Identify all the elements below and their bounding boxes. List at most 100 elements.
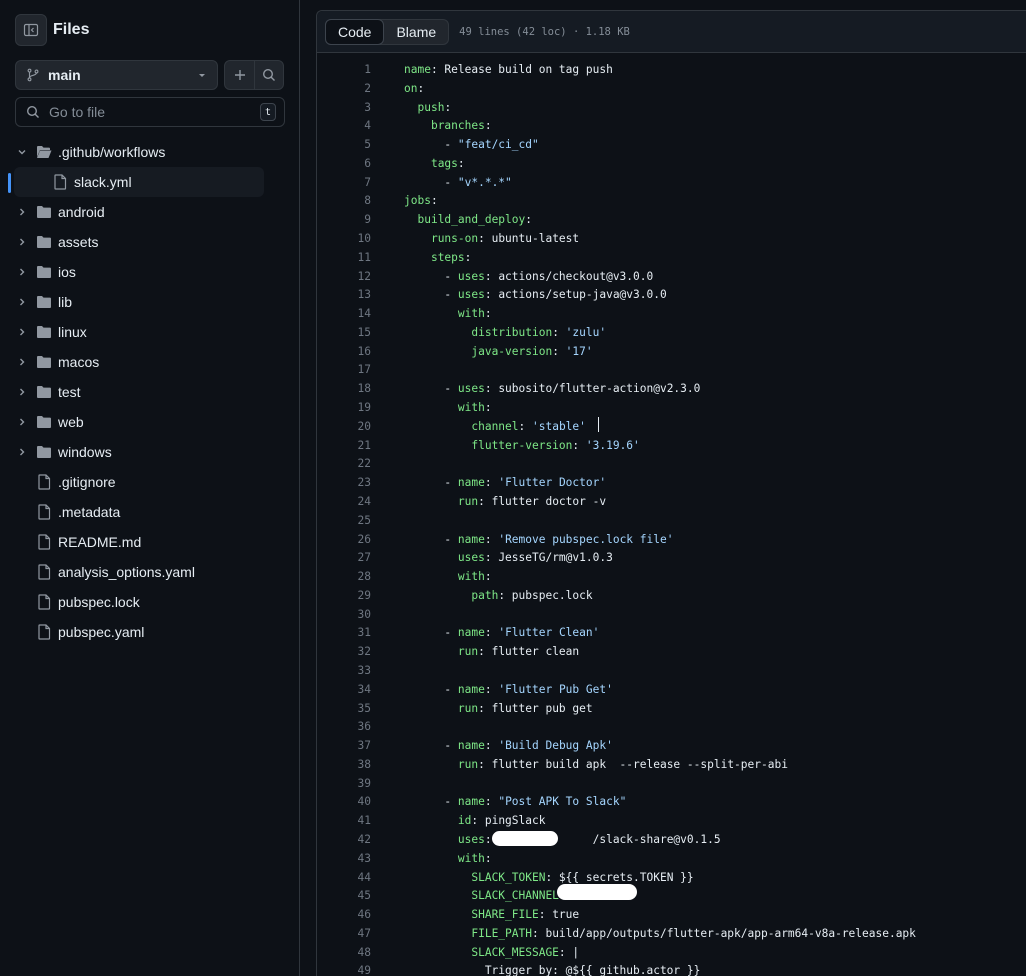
- line-number[interactable]: 2: [317, 79, 371, 98]
- chevron-right-icon[interactable]: [14, 357, 30, 367]
- line-number[interactable]: 37: [317, 736, 371, 755]
- chevron-right-icon[interactable]: [14, 387, 30, 397]
- line-number[interactable]: 43: [317, 849, 371, 868]
- line-number[interactable]: 38: [317, 755, 371, 774]
- search-button[interactable]: [254, 61, 283, 89]
- chevron-right-icon[interactable]: [14, 267, 30, 277]
- line-number[interactable]: 41: [317, 811, 371, 830]
- line-number[interactable]: 13: [317, 285, 371, 304]
- line-number[interactable]: 33: [317, 661, 371, 680]
- tree-file-metadata[interactable]: .metadata: [14, 497, 264, 527]
- branch-selector[interactable]: main: [15, 60, 218, 90]
- line-number[interactable]: 30: [317, 605, 371, 624]
- line-number[interactable]: 36: [317, 717, 371, 736]
- line-content: SLACK_CHANNEL:: [471, 889, 565, 903]
- tree-file-pubspec-lock[interactable]: pubspec.lock: [14, 587, 264, 617]
- line-number[interactable]: 23: [317, 473, 371, 492]
- tree-folder-android[interactable]: android: [14, 197, 264, 227]
- tree-folder-ios[interactable]: ios: [14, 257, 264, 287]
- go-to-file-input[interactable]: Go to file t: [15, 97, 285, 127]
- tree-folder-macos[interactable]: macos: [14, 347, 264, 377]
- folder-icon: [36, 235, 52, 249]
- chevron-right-icon[interactable]: [14, 237, 30, 247]
- line-number[interactable]: 44: [317, 868, 371, 887]
- line-number[interactable]: 21: [317, 436, 371, 455]
- line-number[interactable]: 28: [317, 567, 371, 586]
- line-number[interactable]: 10: [317, 229, 371, 248]
- line-number[interactable]: 35: [317, 699, 371, 718]
- tree-item-label: macos: [58, 354, 100, 370]
- line-number[interactable]: 1: [317, 60, 371, 79]
- tree-file-gitignore[interactable]: .gitignore: [14, 467, 264, 497]
- line-number[interactable]: 11: [317, 248, 371, 267]
- line-number[interactable]: 5: [317, 135, 371, 154]
- code-line: 4 branches:: [317, 116, 1026, 135]
- line-number[interactable]: 47: [317, 924, 371, 943]
- chevron-right-icon[interactable]: [14, 417, 30, 427]
- line-number[interactable]: 27: [317, 548, 371, 567]
- selected-indicator: [8, 173, 11, 193]
- code-line: 5 - "feat/ci_cd": [317, 135, 1026, 154]
- line-number[interactable]: 7: [317, 173, 371, 192]
- line-number[interactable]: 39: [317, 774, 371, 793]
- line-content: FILE_PATH: build/app/outputs/flutter-apk…: [471, 926, 916, 940]
- line-number[interactable]: 4: [317, 116, 371, 135]
- tree-item-label: README.md: [58, 534, 142, 550]
- line-number[interactable]: 34: [317, 680, 371, 699]
- line-number[interactable]: 22: [317, 454, 371, 473]
- line-number[interactable]: 25: [317, 511, 371, 530]
- tab-code[interactable]: Code: [325, 18, 385, 45]
- tree-folder-windows[interactable]: windows: [14, 437, 264, 467]
- tree-file-slack-yml[interactable]: slack.yml: [8, 167, 264, 197]
- line-number[interactable]: 31: [317, 623, 371, 642]
- line-number[interactable]: 6: [317, 154, 371, 173]
- tree-folder-linux[interactable]: linux: [14, 317, 264, 347]
- line-content: uses: /slack-share@v0.1.5: [457, 832, 721, 846]
- line-content: run: flutter pub get: [457, 701, 593, 715]
- file-icon: [36, 594, 52, 610]
- tree-folder-web[interactable]: web: [14, 407, 264, 437]
- line-number[interactable]: 45: [317, 886, 371, 905]
- tree-folder-lib[interactable]: lib: [14, 287, 264, 317]
- line-number[interactable]: 8: [317, 191, 371, 210]
- tree-folder-test[interactable]: test: [14, 377, 264, 407]
- line-number[interactable]: 48: [317, 943, 371, 962]
- chevron-right-icon[interactable]: [14, 447, 30, 457]
- code-line: 1 name: Release build on tag push: [317, 60, 1026, 79]
- line-content: id: pingSlack: [457, 814, 546, 828]
- line-number[interactable]: 42: [317, 830, 371, 849]
- collapse-sidebar-button[interactable]: [15, 14, 47, 46]
- line-number[interactable]: 26: [317, 530, 371, 549]
- tree-file-analysis-options-yaml[interactable]: analysis_options.yaml: [14, 557, 264, 587]
- line-number[interactable]: 17: [317, 360, 371, 379]
- line-number[interactable]: 49: [317, 961, 371, 976]
- line-number[interactable]: 29: [317, 586, 371, 605]
- line-number[interactable]: 9: [317, 210, 371, 229]
- code-line: 32 run: flutter clean: [317, 642, 1026, 661]
- tree-file-readme-md[interactable]: README.md: [14, 527, 264, 557]
- chevron-right-icon[interactable]: [14, 207, 30, 217]
- line-number[interactable]: 15: [317, 323, 371, 342]
- line-number[interactable]: 46: [317, 905, 371, 924]
- add-file-button[interactable]: [225, 61, 254, 89]
- line-content: SHARE_FILE: true: [471, 908, 580, 922]
- tree-file-pubspec-yaml[interactable]: pubspec.yaml: [14, 617, 264, 647]
- chevron-right-icon[interactable]: [14, 327, 30, 337]
- tab-blame[interactable]: Blame: [384, 20, 448, 44]
- line-number[interactable]: 19: [317, 398, 371, 417]
- line-number[interactable]: 20: [317, 417, 371, 436]
- line-number[interactable]: 3: [317, 98, 371, 117]
- line-number[interactable]: 16: [317, 342, 371, 361]
- tree-folder-github-workflows[interactable]: .github/workflows: [14, 137, 264, 167]
- line-number[interactable]: 40: [317, 792, 371, 811]
- code-line: 30: [317, 605, 1026, 624]
- line-number[interactable]: 12: [317, 267, 371, 286]
- line-number[interactable]: 18: [317, 379, 371, 398]
- tree-folder-assets[interactable]: assets: [14, 227, 264, 257]
- chevron-right-icon[interactable]: [14, 297, 30, 307]
- chevron-down-icon[interactable]: [14, 147, 30, 157]
- line-number[interactable]: 24: [317, 492, 371, 511]
- line-number[interactable]: 32: [317, 642, 371, 661]
- line-number[interactable]: 14: [317, 304, 371, 323]
- line-content: - "feat/ci_cd": [404, 138, 539, 152]
